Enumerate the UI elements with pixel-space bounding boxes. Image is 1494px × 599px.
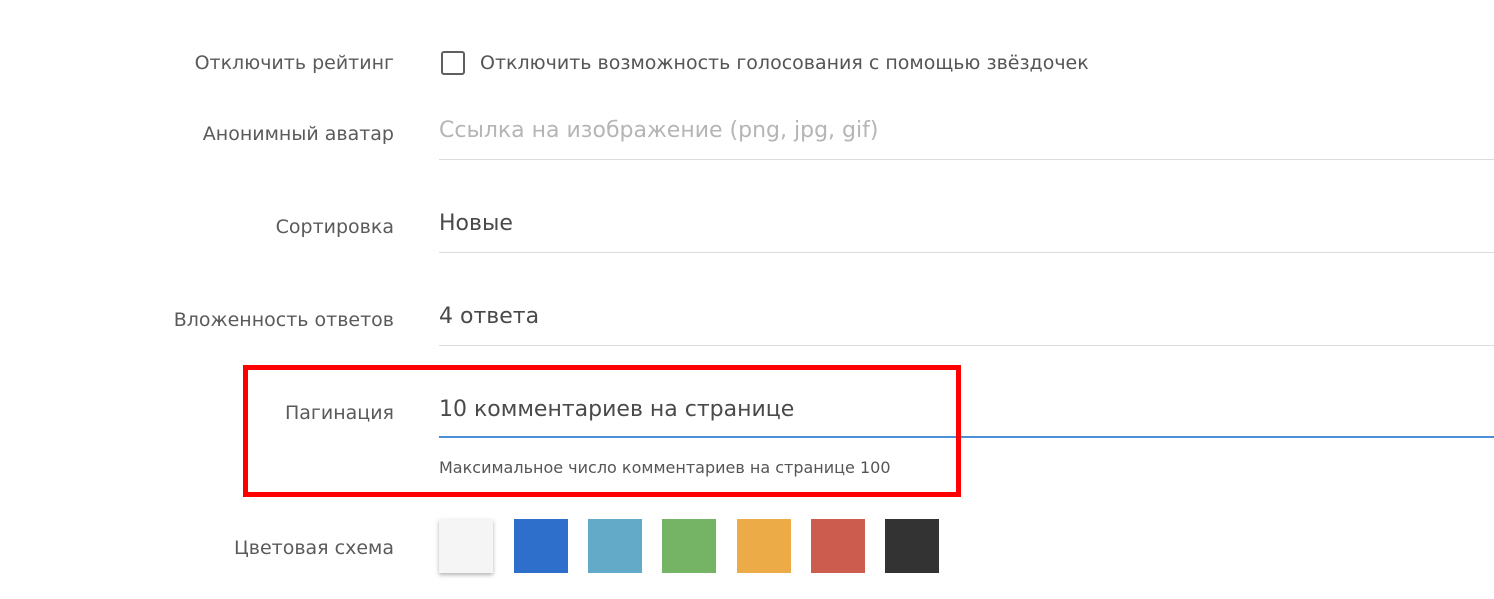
avatar-input[interactable]: Ссылка на изображение (png, jpg, gif)	[439, 118, 1494, 160]
color-swatch-black[interactable]	[885, 519, 939, 573]
rating-checkbox[interactable]	[441, 51, 465, 75]
color-scheme-label: Цветовая схема	[234, 537, 394, 559]
nesting-underline	[439, 345, 1494, 346]
rating-label: Отключить рейтинг	[194, 52, 394, 74]
rating-checkbox-label[interactable]: Отключить возможность голосования с помо…	[480, 52, 1089, 74]
avatar-placeholder: Ссылка на изображение (png, jpg, gif)	[439, 118, 879, 143]
color-swatch-orange[interactable]	[737, 519, 791, 573]
nesting-value: 4 ответа	[439, 304, 540, 329]
sorting-underline	[439, 252, 1494, 253]
nesting-select[interactable]: 4 ответа	[439, 304, 1494, 346]
nesting-label: Вложенность ответов	[173, 309, 394, 331]
sorting-select[interactable]: Новые	[439, 211, 1494, 253]
sorting-label: Сортировка	[275, 216, 394, 238]
color-swatch-light-blue[interactable]	[588, 519, 642, 573]
color-swatch-blue[interactable]	[514, 519, 568, 573]
avatar-underline	[439, 159, 1494, 160]
color-swatch-white[interactable]	[439, 519, 493, 573]
highlight-box	[243, 365, 961, 497]
avatar-label: Анонимный аватар	[202, 123, 394, 145]
color-swatch-green[interactable]	[662, 519, 716, 573]
color-swatch-red[interactable]	[811, 519, 865, 573]
sorting-value: Новые	[439, 211, 513, 236]
